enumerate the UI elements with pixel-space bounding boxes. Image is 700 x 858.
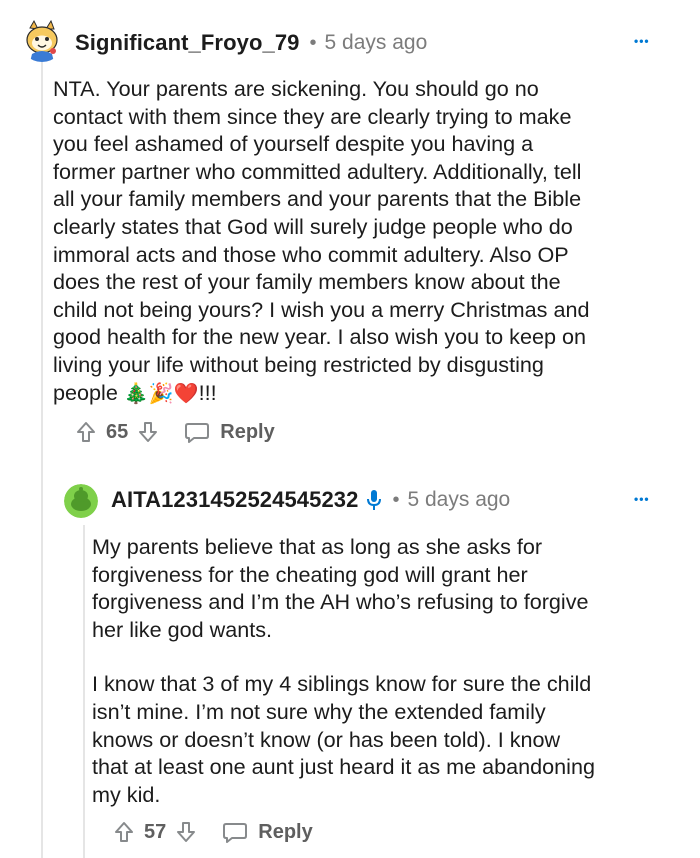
comment-body-line: good health for the new year. I also wis… xyxy=(53,324,586,350)
froyo-snoo-avatar-icon xyxy=(20,18,64,62)
reply-body-line: my kid. xyxy=(92,781,161,807)
arrow-up-icon[interactable] xyxy=(74,420,98,444)
comment-body-line: does the rest of your family members kno… xyxy=(53,269,561,295)
speech-bubble-icon[interactable] xyxy=(222,820,248,844)
arrow-down-icon[interactable] xyxy=(136,420,160,444)
comment-body-line: living your life without being restricte… xyxy=(53,351,544,377)
comment-actions: 65 Reply xyxy=(74,420,275,444)
reply-body: My parents believe that as long as she a… xyxy=(92,533,692,808)
speech-bubble-icon[interactable] xyxy=(184,420,210,444)
reply-body-line: isn’t mine. I’m not sure why the extende… xyxy=(92,698,546,724)
reply-user-avatar[interactable] xyxy=(64,484,98,518)
comment-body-line: clearly states that God will surely judg… xyxy=(53,213,573,239)
meta-separator: • xyxy=(392,488,400,511)
reply-header: AITA1231452524545232 • 5 days ago xyxy=(111,487,510,513)
comment-body-text: people xyxy=(53,379,118,405)
comment-more-options-icon[interactable]: ••• xyxy=(634,35,650,47)
arrow-down-icon[interactable] xyxy=(174,820,198,844)
microphone-icon xyxy=(366,489,382,511)
reply-body-line: that at least one aunt just heard it as … xyxy=(92,754,596,780)
reply-body-line: her like god wants. xyxy=(92,616,273,642)
reply-username[interactable]: AITA1231452524545232 xyxy=(111,487,358,513)
comment-body-line: you feel ashamed of yourself despite you… xyxy=(53,131,534,157)
comment-body-suffix: !!! xyxy=(198,379,217,405)
comment-body-line: former partner who committed adultery. A… xyxy=(53,158,582,184)
emoji-group: 🎄🎉❤️ xyxy=(123,382,199,405)
reply-more-options-icon[interactable]: ••• xyxy=(634,493,650,505)
reply-body-line: forgiveness and I’m the AH who’s refusin… xyxy=(92,589,589,615)
reply-body-line: knows or doesn’t know (or has been told)… xyxy=(92,726,561,752)
comment-body-line: immoral acts and those who commit adulte… xyxy=(53,241,569,267)
reply-actions: 57 Reply xyxy=(112,820,313,844)
comment-username[interactable]: Significant_Froyo_79 xyxy=(75,30,300,56)
comment-body-last-line: people 🎄🎉❤️!!! xyxy=(53,379,683,409)
comment-body-line: contact with them since they are clearly… xyxy=(53,103,572,129)
reply-timestamp: 5 days ago xyxy=(407,488,511,511)
reply-body-line: My parents believe that as long as she a… xyxy=(92,534,543,559)
comment-body-line: NTA. Your parents are sickening. You sho… xyxy=(53,76,539,101)
reply-button[interactable]: Reply xyxy=(220,421,274,444)
comment-body-line: all your family members and your parents… xyxy=(53,186,582,212)
vote-count: 57 xyxy=(144,820,167,843)
user-avatar[interactable] xyxy=(20,18,64,62)
arrow-up-icon[interactable] xyxy=(112,820,136,844)
reply-body-line: forgiveness for the cheating god will gr… xyxy=(92,561,528,587)
comment-header: Significant_Froyo_79 • 5 days ago xyxy=(75,30,427,56)
reply-body-line: I know that 3 of my 4 siblings know for … xyxy=(92,671,592,697)
meta-separator: • xyxy=(309,31,317,54)
comment-thread-line[interactable] xyxy=(41,62,43,858)
comment-body: NTA. Your parents are sickening. You sho… xyxy=(53,75,683,408)
comment-timestamp: 5 days ago xyxy=(324,31,428,54)
vote-count: 65 xyxy=(106,420,129,443)
green-snoo-avatar-icon xyxy=(64,484,98,518)
comment-body-line: child not being yours? I wish you a merr… xyxy=(53,296,590,322)
reply-thread-line[interactable] xyxy=(83,525,85,858)
reply-button[interactable]: Reply xyxy=(258,821,312,844)
